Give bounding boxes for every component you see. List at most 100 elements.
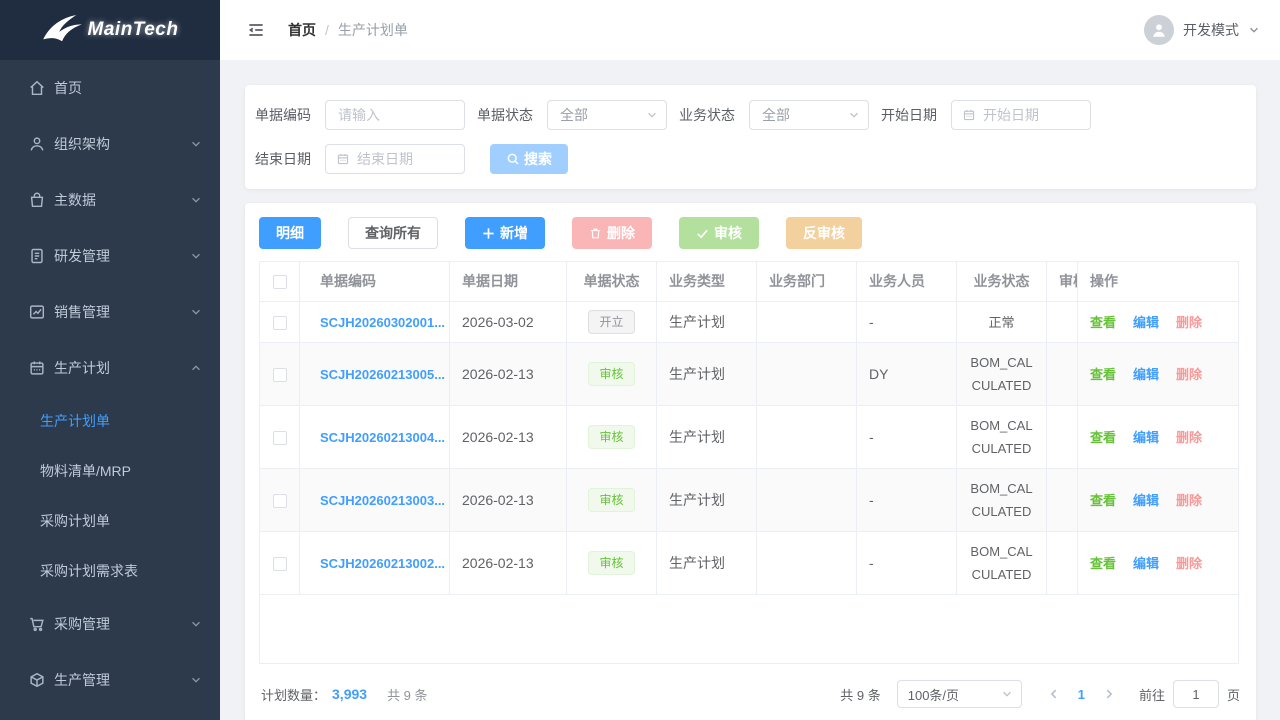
search-button[interactable]: 搜索 bbox=[490, 144, 568, 174]
menu-fold-icon[interactable] bbox=[246, 20, 266, 40]
biz-status-label: 业务状态 bbox=[679, 105, 739, 125]
row-checkbox[interactable] bbox=[273, 557, 287, 571]
plan-qty-value: 3,993 bbox=[332, 686, 367, 702]
doc-code-link[interactable]: SCJH20260213004... bbox=[320, 430, 445, 445]
sidebar-item-master-data[interactable]: 主数据 bbox=[0, 172, 220, 228]
sidebar-item-label: 生产计划 bbox=[54, 358, 190, 378]
logo-text: MainTech bbox=[88, 19, 179, 41]
breadcrumb-home[interactable]: 首页 bbox=[288, 20, 316, 40]
column-header-date: 单据日期 bbox=[450, 262, 567, 302]
box-icon bbox=[28, 671, 46, 689]
chevron-down-icon bbox=[190, 250, 202, 262]
chevron-down-icon bbox=[190, 618, 202, 630]
doc-status-label: 单据状态 bbox=[477, 105, 537, 125]
doc-status-select[interactable]: 全部 bbox=[547, 100, 667, 130]
chevron-down-icon bbox=[190, 194, 202, 206]
trash-icon bbox=[589, 227, 602, 240]
view-link[interactable]: 查看 bbox=[1090, 430, 1116, 445]
query-all-button[interactable]: 查询所有 bbox=[348, 217, 438, 249]
select-all-checkbox[interactable] bbox=[273, 275, 287, 289]
calendar-icon bbox=[962, 108, 976, 122]
audit-button[interactable]: 审核 bbox=[679, 217, 759, 249]
sidebar-subitem-production-plan-order[interactable]: 生产计划单 bbox=[0, 396, 220, 446]
doc-code-link[interactable]: SCJH20260213002... bbox=[320, 556, 445, 571]
delete-link[interactable]: 删除 bbox=[1176, 556, 1202, 571]
sidebar-item-label: 组织架构 bbox=[54, 134, 190, 154]
row-checkbox[interactable] bbox=[273, 431, 287, 445]
sidebar-item-production-management[interactable]: 生产管理 bbox=[0, 652, 220, 708]
detail-button[interactable]: 明细 bbox=[259, 217, 321, 249]
doc-code-link[interactable]: SCJH20260302001... bbox=[320, 315, 445, 330]
column-header-code: 单据编码 bbox=[300, 262, 450, 302]
sidebar-subitem-purchase-plan-order[interactable]: 采购计划单 bbox=[0, 496, 220, 546]
delete-button[interactable]: 删除 bbox=[572, 217, 652, 249]
user-menu[interactable]: 开发模式 bbox=[1144, 15, 1260, 45]
page-number[interactable]: 1 bbox=[1068, 687, 1095, 702]
edit-link[interactable]: 编辑 bbox=[1133, 430, 1159, 445]
start-date-input[interactable]: 开始日期 bbox=[951, 100, 1091, 130]
bag-icon bbox=[28, 191, 46, 209]
column-header-biz-status: 业务状态 bbox=[957, 262, 1047, 302]
edit-link[interactable]: 编辑 bbox=[1133, 315, 1159, 330]
sidebar-item-sales-management[interactable]: 销售管理 bbox=[0, 284, 220, 340]
row-checkbox[interactable] bbox=[273, 316, 287, 330]
sidebar-item-production-plan[interactable]: 生产计划 bbox=[0, 340, 220, 396]
edit-link[interactable]: 编辑 bbox=[1133, 367, 1159, 382]
chevron-up-icon bbox=[190, 362, 202, 374]
trend-chart-icon bbox=[28, 303, 46, 321]
sidebar-item-rd-management[interactable]: 研发管理 bbox=[0, 228, 220, 284]
view-link[interactable]: 查看 bbox=[1090, 315, 1116, 330]
row-checkbox[interactable] bbox=[273, 368, 287, 382]
goto-page-input[interactable] bbox=[1173, 680, 1219, 708]
doc-code-link[interactable]: SCJH20260213003... bbox=[320, 493, 445, 508]
edit-link[interactable]: 编辑 bbox=[1133, 556, 1159, 571]
column-header-audit: 审核 bbox=[1047, 262, 1078, 302]
delete-link[interactable]: 删除 bbox=[1176, 430, 1202, 445]
doc-code-link[interactable]: SCJH20260213005... bbox=[320, 367, 445, 382]
page-size-select[interactable]: 100条/页 bbox=[897, 680, 1022, 708]
sidebar-item-home[interactable]: 首页 bbox=[0, 60, 220, 116]
prev-page-icon[interactable] bbox=[1040, 688, 1068, 700]
view-link[interactable]: 查看 bbox=[1090, 556, 1116, 571]
check-icon bbox=[696, 227, 709, 240]
delete-link[interactable]: 删除 bbox=[1176, 315, 1202, 330]
next-page-icon[interactable] bbox=[1095, 688, 1123, 700]
table-row: SCJH20260213004... 2026-02-13 审核 生产计划 - … bbox=[260, 406, 1238, 469]
goto-label: 前往 bbox=[1139, 685, 1165, 704]
delete-link[interactable]: 删除 bbox=[1176, 367, 1202, 382]
status-badge: 审核 bbox=[588, 425, 634, 449]
delete-link[interactable]: 删除 bbox=[1176, 493, 1202, 508]
sidebar-subitem-purchase-plan-demand[interactable]: 采购计划需求表 bbox=[0, 546, 220, 596]
edit-link[interactable]: 编辑 bbox=[1133, 493, 1159, 508]
biz-status-select[interactable]: 全部 bbox=[749, 100, 869, 130]
end-date-label: 结束日期 bbox=[255, 149, 315, 169]
table-panel: 明细 查询所有 新增 删除 bbox=[245, 203, 1256, 720]
sidebar-item-label: 研发管理 bbox=[54, 246, 190, 266]
status-badge: 审核 bbox=[588, 362, 634, 386]
doc-code-input[interactable] bbox=[325, 100, 465, 130]
pagination-bar: 计划数量： 3,993 共 9 条 共 9 条 100条/页 1 bbox=[259, 680, 1242, 708]
cart-icon bbox=[28, 615, 46, 633]
unaudit-button[interactable]: 反审核 bbox=[786, 217, 862, 249]
column-header-person: 业务人员 bbox=[857, 262, 957, 302]
sidebar-item-organization[interactable]: 组织架构 bbox=[0, 116, 220, 172]
total-count-left: 共 9 条 bbox=[387, 685, 427, 704]
view-link[interactable]: 查看 bbox=[1090, 367, 1116, 382]
calendar-icon bbox=[336, 152, 350, 166]
chevron-down-icon bbox=[646, 109, 658, 121]
page-unit-label: 页 bbox=[1227, 685, 1240, 704]
total-count: 共 9 条 bbox=[840, 685, 880, 704]
calendar-icon bbox=[28, 359, 46, 377]
breadcrumb-separator: / bbox=[325, 22, 329, 38]
sidebar-subitem-bom-mrp[interactable]: 物料清单/MRP bbox=[0, 446, 220, 496]
sidebar-item-purchase-management[interactable]: 采购管理 bbox=[0, 596, 220, 652]
status-badge: 审核 bbox=[588, 488, 634, 512]
row-checkbox[interactable] bbox=[273, 494, 287, 508]
logo-swoosh-icon bbox=[42, 14, 84, 46]
table-row: SCJH20260302001... 2026-03-02 开立 生产计划 - … bbox=[260, 302, 1238, 343]
view-link[interactable]: 查看 bbox=[1090, 493, 1116, 508]
table-row: SCJH20260213003... 2026-02-13 审核 生产计划 - … bbox=[260, 469, 1238, 532]
end-date-input[interactable]: 结束日期 bbox=[325, 144, 465, 174]
status-badge: 审核 bbox=[588, 551, 634, 575]
add-button[interactable]: 新增 bbox=[465, 217, 545, 249]
